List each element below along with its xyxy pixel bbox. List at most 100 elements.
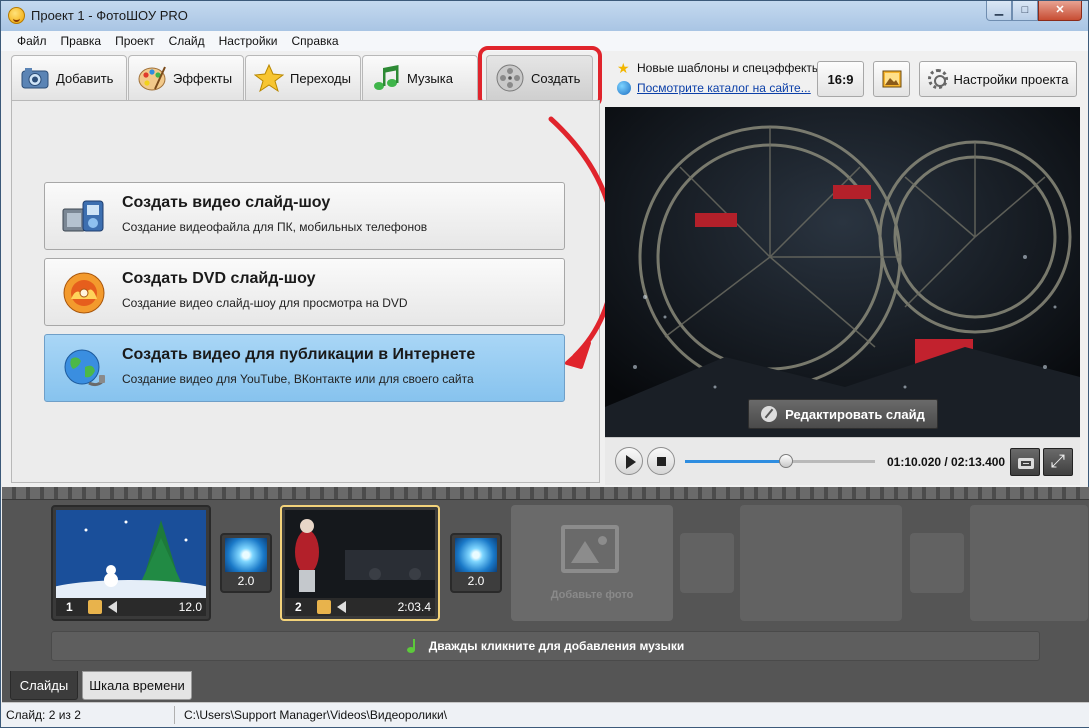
transition-1-preview [225,538,267,572]
play-button[interactable] [615,447,643,475]
preview-toolbar: ★ Новые шаблоны и спецэффекты Посмотрите… [605,53,1080,105]
create-dvd-slideshow-button[interactable]: Создать DVD слайд-шоу Создание видео сла… [44,258,565,326]
menu-help[interactable]: Справка [284,31,345,51]
star-icon [253,63,285,93]
tab-slides[interactable]: Слайды [10,671,78,700]
playback-time: 01:10.020 / 02:13.400 [887,455,1006,469]
menu-edit[interactable]: Правка [54,31,109,51]
transition-2-duration: 2.0 [467,574,485,588]
slide-1-edit-icon[interactable] [88,600,102,614]
project-settings-button[interactable]: Настройки проекта [919,61,1077,97]
video-devices-icon [61,195,107,239]
project-settings-label: Настройки проекта [953,71,1069,87]
create-video-subtitle: Создание видеофайла для ПК, мобильных те… [122,220,428,234]
background-image-button[interactable] [873,61,910,97]
transition-1[interactable]: 2.0 [220,533,272,593]
create-internet-title: Создать видео для публикации в Интернете [122,346,476,363]
app-window: Проект 1 - ФотоШОУ PRO ▁ □ ✕ Файл Правка… [0,0,1089,728]
fullscreen-button[interactable] [1043,448,1073,476]
create-dvd-subtitle: Создание видео слайд-шоу для просмотра н… [122,296,408,310]
slide-1-sound-icon[interactable] [106,600,120,614]
create-dvd-title: Создать DVD слайд-шоу [122,270,316,287]
window-controls: ▁ □ ✕ [986,1,1082,22]
small-star-icon: ★ [617,60,630,76]
slide-counter: Слайд: 2 из 2 [6,708,81,722]
progress-slider[interactable] [685,454,875,468]
video-preview: Редактировать слайд [605,107,1080,437]
globe-icon [61,347,107,391]
status-bar: Слайд: 2 из 2 C:\Users\Support Manager\V… [2,702,1089,727]
menu-file[interactable]: Файл [10,31,54,51]
create-internet-subtitle: Создание видео для YouTube, ВКонтакте ил… [122,372,474,386]
photo-placeholder-icon [561,525,619,573]
slide-1-number: 1 [66,600,73,614]
palette-icon [137,63,167,93]
tab-add[interactable]: Добавить [11,55,127,100]
edit-slide-button[interactable]: Редактировать слайд [748,399,938,429]
maximize-button[interactable]: □ [1012,1,1038,21]
slide-2-info-bar: 2 2:03.4 [285,598,435,616]
transition-1-duration: 2.0 [237,574,255,588]
slide-1-duration: 12.0 [178,600,202,614]
create-tab-highlight [478,46,602,108]
tab-music[interactable]: Музыка [362,55,478,100]
slide-thumbnail-1[interactable]: 1 12.0 [51,505,211,621]
slide-2-sound-icon[interactable] [335,600,349,614]
view-tabs: Слайды Шкала времени [2,671,1089,702]
music-hint-text: Дважды кликните для добавления музыки [428,639,685,653]
empty-slide-slot [970,505,1088,621]
menu-slide[interactable]: Слайд [162,31,212,51]
storyboard: 1 12.0 2.0 2 2:03.4 2.0 Добавьте фото Дв… [2,487,1089,671]
music-track-bar[interactable]: Дважды кликните для добавления музыки [51,631,1040,661]
tab-music-label: Музыка [407,70,453,86]
empty-slide-slot [740,505,902,621]
ferris-wheel-scene [605,107,1080,437]
add-photo-slot[interactable]: Добавьте фото [511,505,673,621]
tab-effects[interactable]: Эффекты [128,55,244,100]
news-templates: ★ Новые шаблоны и спецэффекты [617,61,821,75]
tab-transitions-label: Переходы [290,70,351,86]
status-divider [174,706,175,724]
window-title: Проект 1 - ФотоШОУ PRO [31,8,188,23]
transition-2[interactable]: 2.0 [450,533,502,593]
empty-transition-slot [910,533,964,593]
camera-icon [20,63,50,93]
pencil-icon [761,406,778,422]
create-video-slideshow-button[interactable]: Создать видео слайд-шоу Создание видеофа… [44,182,565,250]
tab-effects-label: Эффекты [173,70,233,86]
music-note-small-icon [406,639,421,653]
tab-add-label: Добавить [56,70,114,86]
slide-2-edit-icon[interactable] [317,600,331,614]
minimize-button[interactable]: ▁ [986,1,1012,21]
music-note-icon [371,63,401,93]
close-button[interactable]: ✕ [1038,1,1082,21]
menu-project[interactable]: Проект [108,31,162,51]
snapshot-camera-button[interactable] [1010,448,1040,476]
slide-2-duration: 2:03.4 [397,600,431,614]
tab-timeline[interactable]: Шкала времени [82,671,192,700]
app-logo-icon [8,7,25,24]
empty-transition-slot [680,533,734,593]
slide-thumbnail-2[interactable]: 2 2:03.4 [280,505,440,621]
create-panel: Создать видео слайд-шоу Создание видеофа… [11,100,600,483]
transition-2-preview [455,538,497,572]
create-internet-video-button[interactable]: Создать видео для публикации в Интернете… [44,334,565,402]
slide-2-image [285,510,435,598]
stop-button[interactable] [647,447,675,475]
dvd-disc-icon [61,271,107,315]
progress-handle[interactable] [778,454,793,468]
film-strip-border [2,487,1089,500]
tab-transitions[interactable]: Переходы [245,55,361,100]
landscape-image-icon [882,70,901,88]
aspect-ratio-button[interactable]: 16:9 [817,61,864,97]
slide-2-number: 2 [295,600,302,614]
title-bar: Проект 1 - ФотоШОУ PRO ▁ □ ✕ [1,1,1088,31]
catalog-link[interactable]: Посмотрите каталог на сайте... [617,81,811,95]
menu-settings[interactable]: Настройки [212,31,285,51]
slide-1-image [56,510,206,598]
project-path: C:\Users\Support Manager\Videos\Видеорол… [184,708,448,722]
add-photo-label: Добавьте фото [550,589,634,601]
catalog-link-text[interactable]: Посмотрите каталог на сайте... [637,81,811,95]
edit-slide-label: Редактировать слайд [785,406,925,422]
player-controls: 01:10.020 / 02:13.400 [605,437,1080,485]
